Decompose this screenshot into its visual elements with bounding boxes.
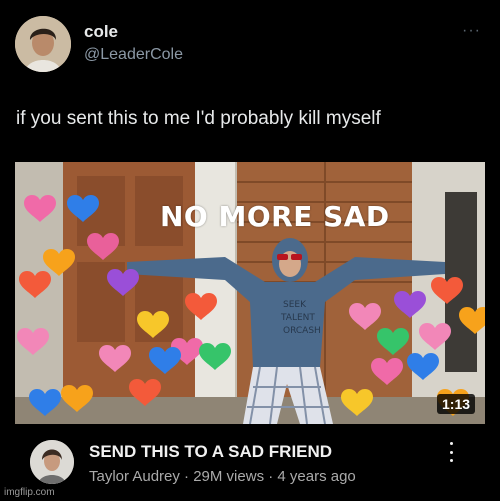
more-options-icon[interactable]: ···	[462, 22, 481, 40]
author-name[interactable]: cole	[84, 22, 118, 42]
author-handle[interactable]: @LeaderCole	[84, 46, 183, 64]
video-duration-badge: 1:13	[437, 394, 476, 414]
channel-avatar[interactable]	[30, 440, 74, 484]
video-meta: Taylor Audrey · 29M views · 4 years ago	[89, 468, 356, 485]
tweet-text: if you sent this to me I'd probably kill…	[16, 108, 381, 129]
svg-text:ORCASH: ORCASH	[283, 326, 321, 336]
watermark: imgflip.com	[4, 487, 55, 498]
author-avatar[interactable]	[15, 16, 71, 72]
svg-text:SEEK: SEEK	[283, 300, 307, 310]
thumbnail-overlay-title: NO MORE SAD	[160, 200, 390, 233]
svg-text:TALENT: TALENT	[280, 313, 315, 323]
video-title[interactable]: SEND THIS TO A SAD FRIEND	[89, 442, 332, 462]
kebab-menu-icon[interactable]	[448, 442, 454, 462]
